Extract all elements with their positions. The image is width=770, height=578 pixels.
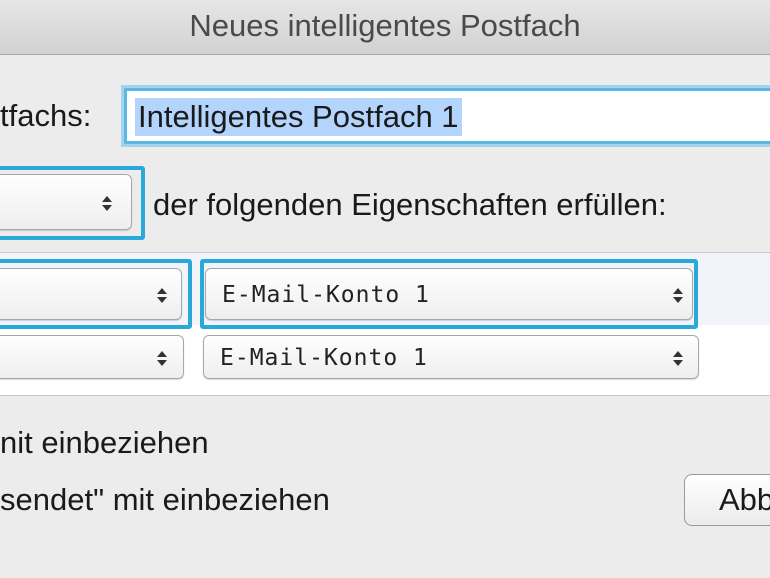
rule1-field-popup[interactable] [0, 268, 182, 320]
rule2-field-stepper-icon [156, 336, 168, 380]
mailbox-name-label: tfachs: [0, 98, 92, 133]
rule2-account-popup[interactable]: E-Mail-Konto 1 [203, 335, 699, 379]
rule1-account-value: E-Mail-Konto 1 [222, 282, 430, 308]
condition-suffix-label: der folgenden Eigenschaften erfüllen: [153, 187, 667, 222]
mailbox-name-field[interactable]: Intelligentes Postfach 1 [124, 88, 770, 144]
match-mode-stepper-icon [101, 175, 113, 231]
mailbox-name-value: Intelligentes Postfach 1 [135, 98, 462, 136]
rule1-account-stepper-icon [672, 269, 684, 321]
include-trash-option[interactable]: nit einbeziehen [0, 425, 209, 461]
window-titlebar: Neues intelligentes Postfach [0, 0, 770, 55]
rule2-account-stepper-icon [672, 336, 684, 380]
rule2-field-popup[interactable] [0, 335, 184, 379]
rule1-field-stepper-icon [156, 269, 168, 321]
match-mode-popup[interactable] [0, 174, 132, 230]
include-sent-option[interactable]: sendet" mit einbeziehen [0, 482, 330, 518]
window-title: Neues intelligentes Postfach [189, 8, 581, 43]
cancel-button[interactable]: Abb [684, 474, 770, 526]
rule1-account-popup[interactable]: E-Mail-Konto 1 [205, 268, 693, 320]
rule2-account-value: E-Mail-Konto 1 [220, 345, 428, 371]
